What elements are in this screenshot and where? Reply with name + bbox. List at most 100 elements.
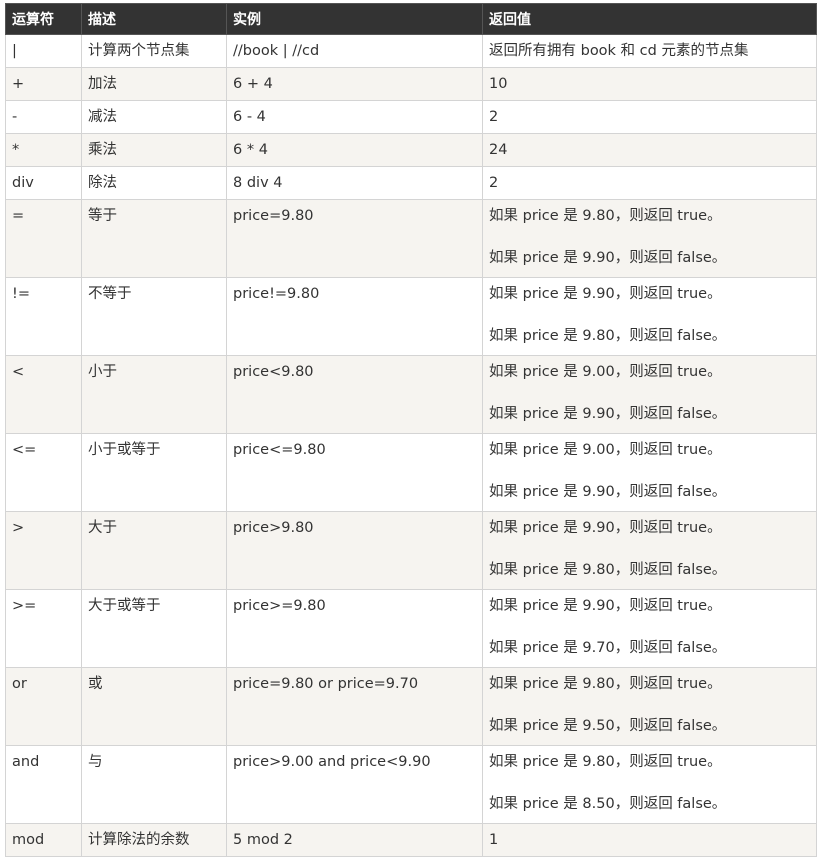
- return-value-line: 如果 price 是 9.00，则返回 true。: [489, 364, 722, 380]
- return-value-line: 如果 price 是 9.70，则返回 false。: [489, 640, 727, 656]
- return-value-line: 1: [489, 832, 499, 848]
- return-value-line: 2: [489, 109, 499, 125]
- return-value-line: 如果 price 是 9.90，则返回 false。: [489, 406, 727, 422]
- header-operator: 运算符: [5, 3, 82, 35]
- table-row: mod 计算除法的余数 5 mod 2 1: [5, 823, 817, 857]
- return-value-line: 2: [489, 175, 499, 191]
- return-value-line: 返回所有拥有 book 和 cd 元素的节点集: [489, 43, 749, 59]
- cell-operator: and: [5, 745, 82, 824]
- return-value-line: 如果 price 是 9.00，则返回 true。: [489, 442, 722, 458]
- cell-example: //book | //cd: [226, 34, 483, 68]
- cell-return-value: 返回所有拥有 book 和 cd 元素的节点集: [482, 34, 817, 68]
- cell-operator: <=: [5, 433, 82, 512]
- cell-return-value: 如果 price 是 9.90，则返回 true。 如果 price 是 9.80…: [482, 277, 817, 356]
- cell-return-value: 如果 price 是 9.00，则返回 true。 如果 price 是 9.90…: [482, 355, 817, 434]
- cell-description: 与: [81, 745, 227, 824]
- cell-description: 计算除法的余数: [81, 823, 227, 857]
- table-row: - 减法 6 - 4 2: [5, 100, 817, 134]
- cell-operator: >: [5, 511, 82, 590]
- return-value-line: 如果 price 是 9.80，则返回 true。: [489, 676, 722, 692]
- cell-operator: div: [5, 166, 82, 200]
- cell-example: price>9.80: [226, 511, 483, 590]
- cell-return-value: 2: [482, 166, 817, 200]
- cell-example: 8 div 4: [226, 166, 483, 200]
- cell-return-value: 如果 price 是 9.80，则返回 true。 如果 price 是 9.50…: [482, 667, 817, 746]
- cell-example: 6 * 4: [226, 133, 483, 167]
- table-row: and 与 price>9.00 and price<9.90 如果 price 是 …: [5, 745, 817, 824]
- table-row: > 大于 price>9.80 如果 price 是 9.90，则返回 true。 如果…: [5, 511, 817, 590]
- cell-example: price>=9.80: [226, 589, 483, 668]
- cell-return-value: 如果 price 是 9.90，则返回 true。 如果 price 是 9.80…: [482, 511, 817, 590]
- cell-operator: +: [5, 67, 82, 101]
- table-row: | 计算两个节点集//book | //cd 返回所有拥有 book 和 cd 元素…: [5, 34, 817, 68]
- return-value-line: 如果 price 是 9.80，则返回 true。: [489, 754, 722, 770]
- cell-operator: =: [5, 199, 82, 278]
- return-value-line: 如果 price 是 9.50，则返回 false。: [489, 718, 727, 734]
- cell-description: 或: [81, 667, 227, 746]
- cell-example: price<9.80: [226, 355, 483, 434]
- cell-description: 加法: [81, 67, 227, 101]
- cell-return-value: 如果 price 是 9.90，则返回 true。 如果 price 是 9.70…: [482, 589, 817, 668]
- header-return-value: 返回值: [482, 3, 817, 35]
- header-example: 实例: [226, 3, 483, 35]
- table-row: div 除法 8 div 4 2: [5, 166, 817, 200]
- cell-operator: -: [5, 100, 82, 134]
- cell-description: 计算两个节点集: [81, 34, 227, 68]
- cell-return-value: 如果 price 是 9.00，则返回 true。 如果 price 是 9.90…: [482, 433, 817, 512]
- cell-example: 5 mod 2: [226, 823, 483, 857]
- cell-example: price<=9.80: [226, 433, 483, 512]
- return-value-line: 如果 price 是 9.80，则返回 false。: [489, 562, 727, 578]
- cell-example: price!=9.80: [226, 277, 483, 356]
- cell-return-value: 如果 price 是 9.80，则返回 true。 如果 price 是 9.90…: [482, 199, 817, 278]
- cell-return-value: 2: [482, 100, 817, 134]
- cell-operator: *: [5, 133, 82, 167]
- cell-operator: or: [5, 667, 82, 746]
- cell-return-value: 1: [482, 823, 817, 857]
- table-row: != 不等于 price!=9.80 如果 price 是 9.90，则返回 true…: [5, 277, 817, 356]
- cell-description: 除法: [81, 166, 227, 200]
- cell-return-value: 如果 price 是 9.80，则返回 true。 如果 price 是 8.50…: [482, 745, 817, 824]
- table-row: + 加法 6 + 4 10: [5, 67, 817, 101]
- cell-example: 6 - 4: [226, 100, 483, 134]
- cell-description: 小于或等于: [81, 433, 227, 512]
- cell-return-value: 24: [482, 133, 817, 167]
- table-row: = 等于 price=9.80 如果 price 是 9.80，则返回 true。 如果…: [5, 199, 817, 278]
- cell-operator: |: [5, 34, 82, 68]
- table-body: | 计算两个节点集//book | //cd 返回所有拥有 book 和 cd 元素…: [5, 34, 817, 857]
- return-value-line: 如果 price 是 9.80，则返回 true。: [489, 208, 722, 224]
- return-value-line: 如果 price 是 9.90，则返回 true。: [489, 520, 722, 536]
- table-row: >= 大于或等于 price>=9.80 如果 price 是 9.90，则返回 tr…: [5, 589, 817, 668]
- cell-operator: >=: [5, 589, 82, 668]
- return-value-line: 如果 price 是 9.80，则返回 false。: [489, 328, 727, 344]
- cell-operator: <: [5, 355, 82, 434]
- cell-description: 大于或等于: [81, 589, 227, 668]
- table-row: < 小于 price<9.80 如果 price 是 9.00，则返回 true。 如果…: [5, 355, 817, 434]
- return-value-line: 如果 price 是 9.90，则返回 false。: [489, 250, 727, 266]
- return-value-line: 24: [489, 142, 508, 158]
- operators-table-container: 运算符 描述 实例 返回值 | 计算两个节点集//book | //cd 返回所有拥…: [5, 3, 817, 857]
- cell-example: 6 + 4: [226, 67, 483, 101]
- cell-example: price>9.00 and price<9.90: [226, 745, 483, 824]
- table-row: or 或 price=9.80 or price=9.70 如果 price 是 9.…: [5, 667, 817, 746]
- return-value-line: 10: [489, 76, 508, 92]
- return-value-line: 如果 price 是 9.90，则返回 true。: [489, 598, 722, 614]
- cell-operator: !=: [5, 277, 82, 356]
- cell-description: 减法: [81, 100, 227, 134]
- header-row: 运算符 描述 实例 返回值: [5, 3, 817, 35]
- table-row: * 乘法 6 * 4 24: [5, 133, 817, 167]
- cell-operator: mod: [5, 823, 82, 857]
- cell-example: price=9.80 or price=9.70: [226, 667, 483, 746]
- cell-description: 大于: [81, 511, 227, 590]
- operators-table: 运算符 描述 实例 返回值 | 计算两个节点集//book | //cd 返回所有拥…: [5, 3, 817, 857]
- return-value-line: 如果 price 是 9.90，则返回 true。: [489, 286, 722, 302]
- table-row: <= 小于或等于 price<=9.80 如果 price 是 9.00，则返回 tr…: [5, 433, 817, 512]
- cell-return-value: 10: [482, 67, 817, 101]
- cell-example: price=9.80: [226, 199, 483, 278]
- header-description: 描述: [81, 3, 227, 35]
- return-value-line: 如果 price 是 8.50，则返回 false。: [489, 796, 727, 812]
- cell-description: 不等于: [81, 277, 227, 356]
- cell-description: 乘法: [81, 133, 227, 167]
- cell-description: 等于: [81, 199, 227, 278]
- cell-description: 小于: [81, 355, 227, 434]
- return-value-line: 如果 price 是 9.90，则返回 false。: [489, 484, 727, 500]
